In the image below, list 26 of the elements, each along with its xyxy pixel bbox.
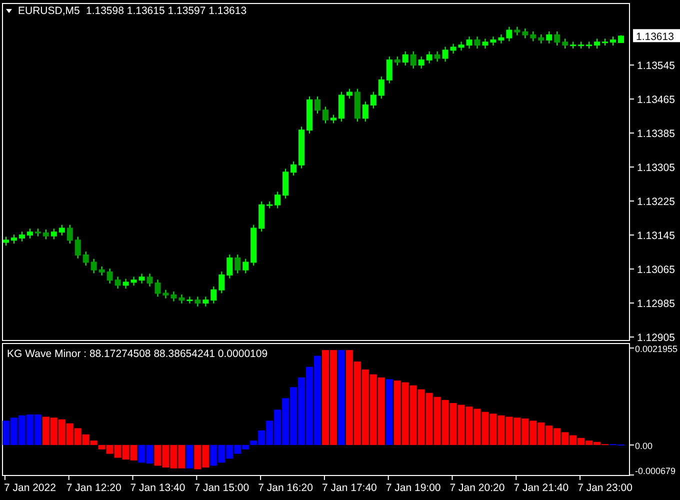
axis-label: -0.000679: [635, 466, 676, 476]
axis-label: 1.13065: [637, 264, 675, 276]
axis-label: 0.0021955: [635, 344, 678, 354]
axis-label: 1.12905: [637, 332, 675, 341]
axis-label: 7 Jan 16:20: [258, 482, 313, 494]
axis-label: 7 Jan 23:00: [578, 482, 632, 494]
symbol-label: EURUSD,M5: [18, 5, 80, 17]
price-values: 1.13598 1.13615 1.13597 1.13613: [86, 5, 247, 17]
axis-label: 1.13145: [637, 230, 675, 242]
axis-label: 7 Jan 21:40: [514, 482, 569, 494]
axis-label: 7 Jan 17:40: [322, 482, 377, 494]
axis-label: 0.00: [635, 440, 653, 451]
axis-label: 1.13465: [637, 94, 675, 106]
axis-label: 1.13305: [637, 162, 675, 174]
axis-label: 7 Jan 2022: [4, 482, 56, 494]
axis-label: 1.13385: [637, 128, 675, 140]
axis-label: 7 Jan 13:40: [130, 482, 186, 494]
axis-label: 1.12985: [637, 298, 675, 310]
current-price-label: 1.13613: [633, 29, 680, 44]
axis-label: 1.13545: [637, 60, 675, 72]
axis-label: 7 Jan 20:20: [450, 482, 505, 494]
axis-label: 7 Jan 12:20: [66, 482, 122, 494]
axis-label: 7 Jan 19:00: [386, 482, 441, 494]
axis-label: 7 Jan 15:00: [194, 482, 250, 494]
axis-label: 1.13225: [637, 196, 675, 208]
indicator-label: KG Wave Minor : 88.17274508 88.38654241 0.0000109: [7, 348, 268, 360]
